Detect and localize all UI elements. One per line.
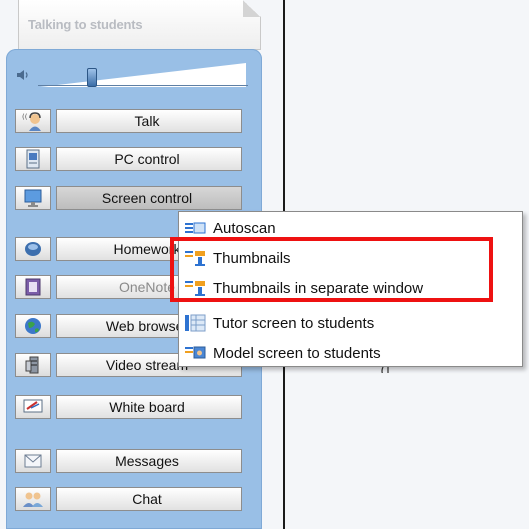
panel-header: Talking to students [18, 0, 261, 50]
toolbar-row-white-board: White board [15, 395, 243, 419]
pc-control-icon [26, 149, 40, 169]
toolbar-row-talk: (( Talk [15, 109, 243, 133]
globe-icon [25, 318, 41, 334]
thumbnails-icon [185, 251, 205, 266]
menu-item-label: Model screen to students [213, 344, 381, 362]
menu-item-label: Thumbnails in separate window [213, 279, 424, 297]
volume-slider[interactable] [16, 63, 248, 87]
onenote-icon [25, 278, 41, 296]
menu-item-model-screen[interactable]: Model screen to students [183, 339, 519, 367]
envelope-icon [24, 454, 42, 468]
volume-track-edge [38, 85, 248, 86]
panel-title: Talking to students [28, 17, 143, 32]
menu-item-thumbnails[interactable]: Thumbnails [183, 244, 519, 272]
chat-icon-box[interactable] [15, 487, 51, 511]
volume-track[interactable] [40, 63, 246, 87]
onenote-icon-box[interactable] [15, 275, 51, 299]
autoscan-icon [185, 222, 206, 234]
whiteboard-icon [23, 399, 43, 413]
pc-control-icon-box[interactable] [15, 147, 51, 171]
toolbar-row-screen-control: Screen control [15, 186, 243, 210]
screen-control-icon [24, 189, 42, 207]
messages-icon-box[interactable] [15, 449, 51, 473]
talk-button[interactable]: Talk [56, 109, 242, 133]
homework-icon [25, 242, 41, 256]
video-stream-icon [25, 356, 39, 374]
talk-headset-icon: (( [22, 112, 41, 131]
messages-button[interactable]: Messages [56, 449, 242, 473]
homework-icon-box[interactable] [15, 237, 51, 261]
chat-button[interactable]: Chat [56, 487, 242, 511]
svg-text:((: (( [22, 113, 28, 121]
screen-control-context-menu: Autoscan Thumbnails Thumbnails in separa… [178, 211, 523, 367]
toolbar-row-messages: Messages [15, 449, 243, 473]
screen-control-icon-box[interactable] [15, 186, 51, 210]
toolbar-row-chat: Chat [15, 487, 243, 511]
volume-thumb[interactable] [87, 68, 97, 87]
tutor-screen-icon [185, 314, 206, 332]
menu-item-label: Autoscan [213, 219, 276, 237]
web-browser-icon-box[interactable] [15, 314, 51, 338]
toolbar-row-pc-control: PC control [15, 147, 243, 171]
pc-control-button[interactable]: PC control [56, 147, 242, 171]
menu-item-autoscan[interactable]: Autoscan [183, 214, 519, 242]
menu-item-tutor-screen[interactable]: Tutor screen to students [183, 309, 519, 337]
page-fold-corner [243, 0, 260, 17]
video-stream-icon-box[interactable] [15, 353, 51, 377]
menu-item-label: Thumbnails [213, 249, 291, 267]
white-board-button[interactable]: White board [56, 395, 242, 419]
speaker-icon [17, 70, 28, 80]
model-screen-icon [185, 346, 206, 359]
menu-item-label: Tutor screen to students [213, 314, 375, 332]
menu-item-thumbnails-separate-window[interactable]: Thumbnails in separate window [183, 274, 519, 302]
talk-icon-box[interactable]: (( [15, 109, 51, 133]
chat-users-icon [23, 492, 43, 507]
screen-control-button[interactable]: Screen control [56, 186, 242, 210]
white-board-icon-box[interactable] [15, 395, 51, 419]
thumbnails-window-icon [185, 281, 205, 296]
